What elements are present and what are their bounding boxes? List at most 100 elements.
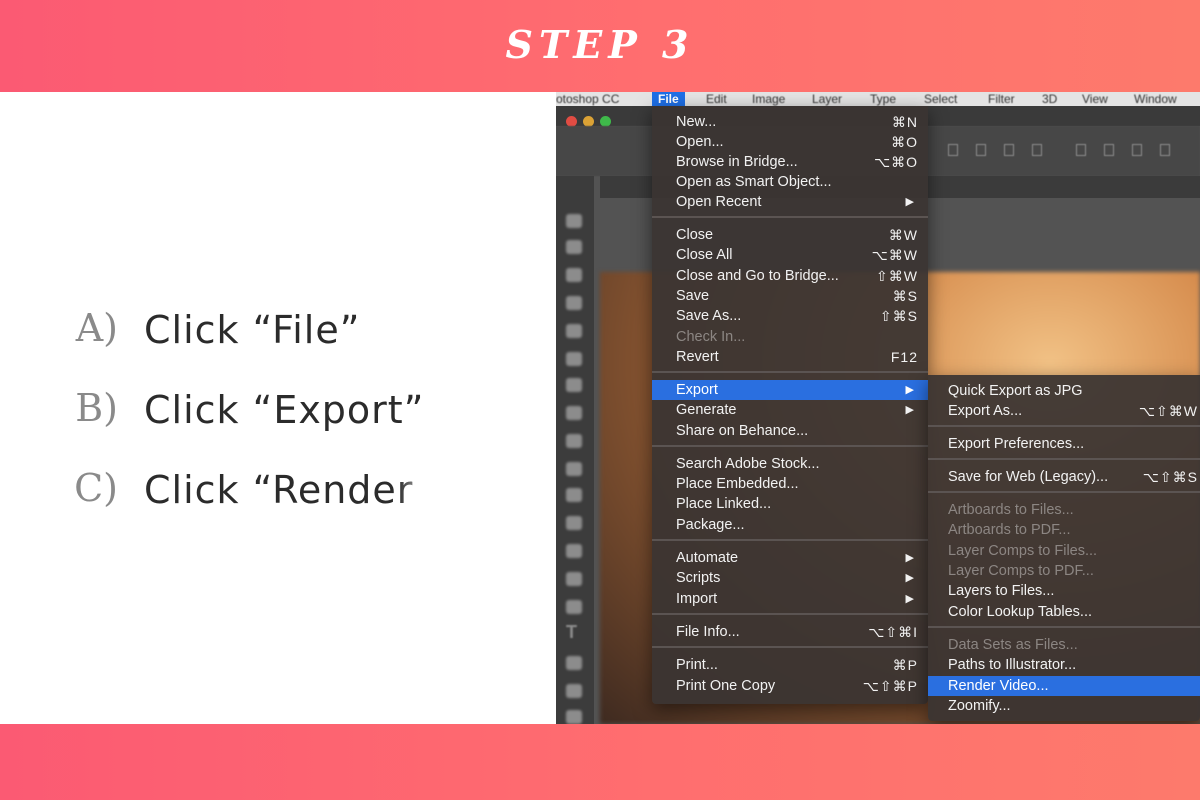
menu-item-label: Render Video... [948,678,1049,694]
menu-window[interactable]: Window [1134,92,1177,106]
menu-item-open-recent[interactable]: Open Recent ▶ [652,192,928,212]
menu-item-label: Close [676,227,714,243]
align-icon[interactable] [976,144,986,156]
healing-tool-icon[interactable] [566,378,582,392]
menu-item-open-smart-object[interactable]: Open as Smart Object... [652,172,928,192]
menu-item-label: Zoomify... [948,698,1011,714]
dodge-tool-icon[interactable] [566,572,582,586]
shortcut-label: ⌥⇧⌘S [1142,469,1198,485]
menu-item-render-video[interactable]: Render Video... [928,676,1200,696]
menu-item-share-behance[interactable]: Share on Behance... [652,421,928,441]
menu-item-automate[interactable]: Automate ▶ [652,548,928,568]
menu-item-save-for-web[interactable]: Save for Web (Legacy)... ⌥⇧⌘S [928,467,1200,487]
menu-item-label: Color Lookup Tables... [948,604,1093,620]
type-tool-icon[interactable]: T [566,622,584,642]
stamp-tool-icon[interactable] [566,434,582,448]
menu-item-generate[interactable]: Generate ▶ [652,400,928,420]
menu-item-import[interactable]: Import ▶ [652,589,928,609]
distribute-icon[interactable] [1076,144,1086,156]
menu-item-place-linked[interactable]: Place Linked... [652,494,928,514]
move-tool-icon[interactable] [566,214,582,228]
menu-item-close-go-bridge[interactable]: Close and Go to Bridge... ⇧⌘W [652,266,928,286]
shape-tool-icon[interactable] [566,684,582,698]
menu-item-save[interactable]: Save ⌘S [652,286,928,306]
menu-item-label: Share on Behance... [676,423,809,439]
menu-item-print[interactable]: Print... ⌘P [652,655,928,675]
menu-item-check-in: Check In... [652,327,928,347]
menu-item-label: Save As... [676,308,742,324]
menu-item-label: Open as Smart Object... [676,174,832,190]
menu-item-save-as[interactable]: Save As... ⇧⌘S [652,306,928,326]
menu-item-layer-comps-files: Layer Comps to Files... [928,541,1200,561]
lasso-tool-icon[interactable] [566,268,582,282]
menu-item-label: Open Recent [676,194,762,210]
menu-image[interactable]: Image [752,92,785,106]
menu-separator [652,613,928,615]
menu-item-close-all[interactable]: Close All ⌥⌘W [652,245,928,265]
menu-filter[interactable]: Filter [988,92,1015,106]
menu-item-export[interactable]: Export ▶ [652,380,928,400]
distribute-icon[interactable] [1104,144,1114,156]
menu-item-label: Data Sets as Files... [948,637,1078,653]
menu-item-file-info[interactable]: File Info... ⌥⇧⌘I [652,622,928,642]
marquee-tool-icon[interactable] [566,240,582,254]
instruction-letter: A) [75,306,118,350]
menu-item-label: Browse in Bridge... [676,154,798,170]
menu-item-scripts[interactable]: Scripts ▶ [652,568,928,588]
align-icon[interactable] [1004,144,1014,156]
menu-item-label: Revert [676,349,719,365]
menu-edit[interactable]: Edit [706,92,727,106]
menu-item-label: Artboards to Files... [948,502,1074,518]
menu-item-print-one-copy[interactable]: Print One Copy ⌥⇧⌘P [652,676,928,696]
menu-view[interactable]: View [1082,92,1108,106]
menu-item-label: Export As... [948,403,1023,419]
blur-tool-icon[interactable] [566,544,582,558]
app-menu[interactable]: otoshop CC [556,92,619,106]
menu-item-paths-to-illustrator[interactable]: Paths to Illustrator... [928,655,1200,675]
pen-tool-icon[interactable] [566,600,582,614]
submenu-arrow-icon: ▶ [905,572,914,584]
menu-item-close[interactable]: Close ⌘W [652,225,928,245]
menu-item-label: Automate [676,550,739,566]
menu-type[interactable]: Type [870,92,896,106]
menu-separator [652,539,928,541]
menu-item-package[interactable]: Package... [652,515,928,535]
menu-item-new[interactable]: New... ⌘N [652,112,928,132]
crop-tool-icon[interactable] [566,324,582,338]
gradient-tool-icon[interactable] [566,516,582,530]
menu-layer[interactable]: Layer [812,92,842,106]
quick-select-tool-icon[interactable] [566,296,582,310]
menu-item-export-as[interactable]: Export As... ⌥⇧⌘W [928,401,1200,421]
menu-item-open[interactable]: Open... ⌘O [652,132,928,152]
menu-item-revert[interactable]: Revert F12 [652,347,928,367]
align-icon[interactable] [948,144,958,156]
submenu-arrow-icon: ▶ [905,404,914,416]
shortcut-label: ⌘O [891,134,918,150]
menu-item-place-embedded[interactable]: Place Embedded... [652,474,928,494]
hand-tool-icon[interactable] [566,710,582,724]
menu-3d[interactable]: 3D [1042,92,1057,106]
menu-item-layers-to-files[interactable]: Layers to Files... [928,581,1200,601]
shortcut-label: ⇧⌘W [876,268,918,284]
menu-item-browse-in-bridge[interactable]: Browse in Bridge... ⌥⌘O [652,152,928,172]
menu-item-label: Close All [676,247,733,263]
menu-item-export-preferences[interactable]: Export Preferences... [928,434,1200,454]
menu-select[interactable]: Select [924,92,957,106]
eyedropper-tool-icon[interactable] [566,352,582,366]
menu-item-quick-export-jpg[interactable]: Quick Export as JPG [928,381,1200,401]
distribute-icon[interactable] [1160,144,1170,156]
menu-item-label: Search Adobe Stock... [676,456,820,472]
submenu-arrow-icon: ▶ [905,384,914,396]
path-select-tool-icon[interactable] [566,656,582,670]
menu-file[interactable]: File [652,92,685,106]
menu-item-zoomify[interactable]: Zoomify... [928,696,1200,716]
align-icon[interactable] [1032,144,1042,156]
menu-item-search-stock[interactable]: Search Adobe Stock... [652,454,928,474]
submenu-arrow-icon: ▶ [905,552,914,564]
distribute-icon[interactable] [1132,144,1142,156]
eraser-tool-icon[interactable] [566,488,582,502]
history-brush-tool-icon[interactable] [566,462,582,476]
menu-separator [928,491,1200,493]
brush-tool-icon[interactable] [566,406,582,420]
menu-item-color-lookup-tables[interactable]: Color Lookup Tables... [928,602,1200,622]
